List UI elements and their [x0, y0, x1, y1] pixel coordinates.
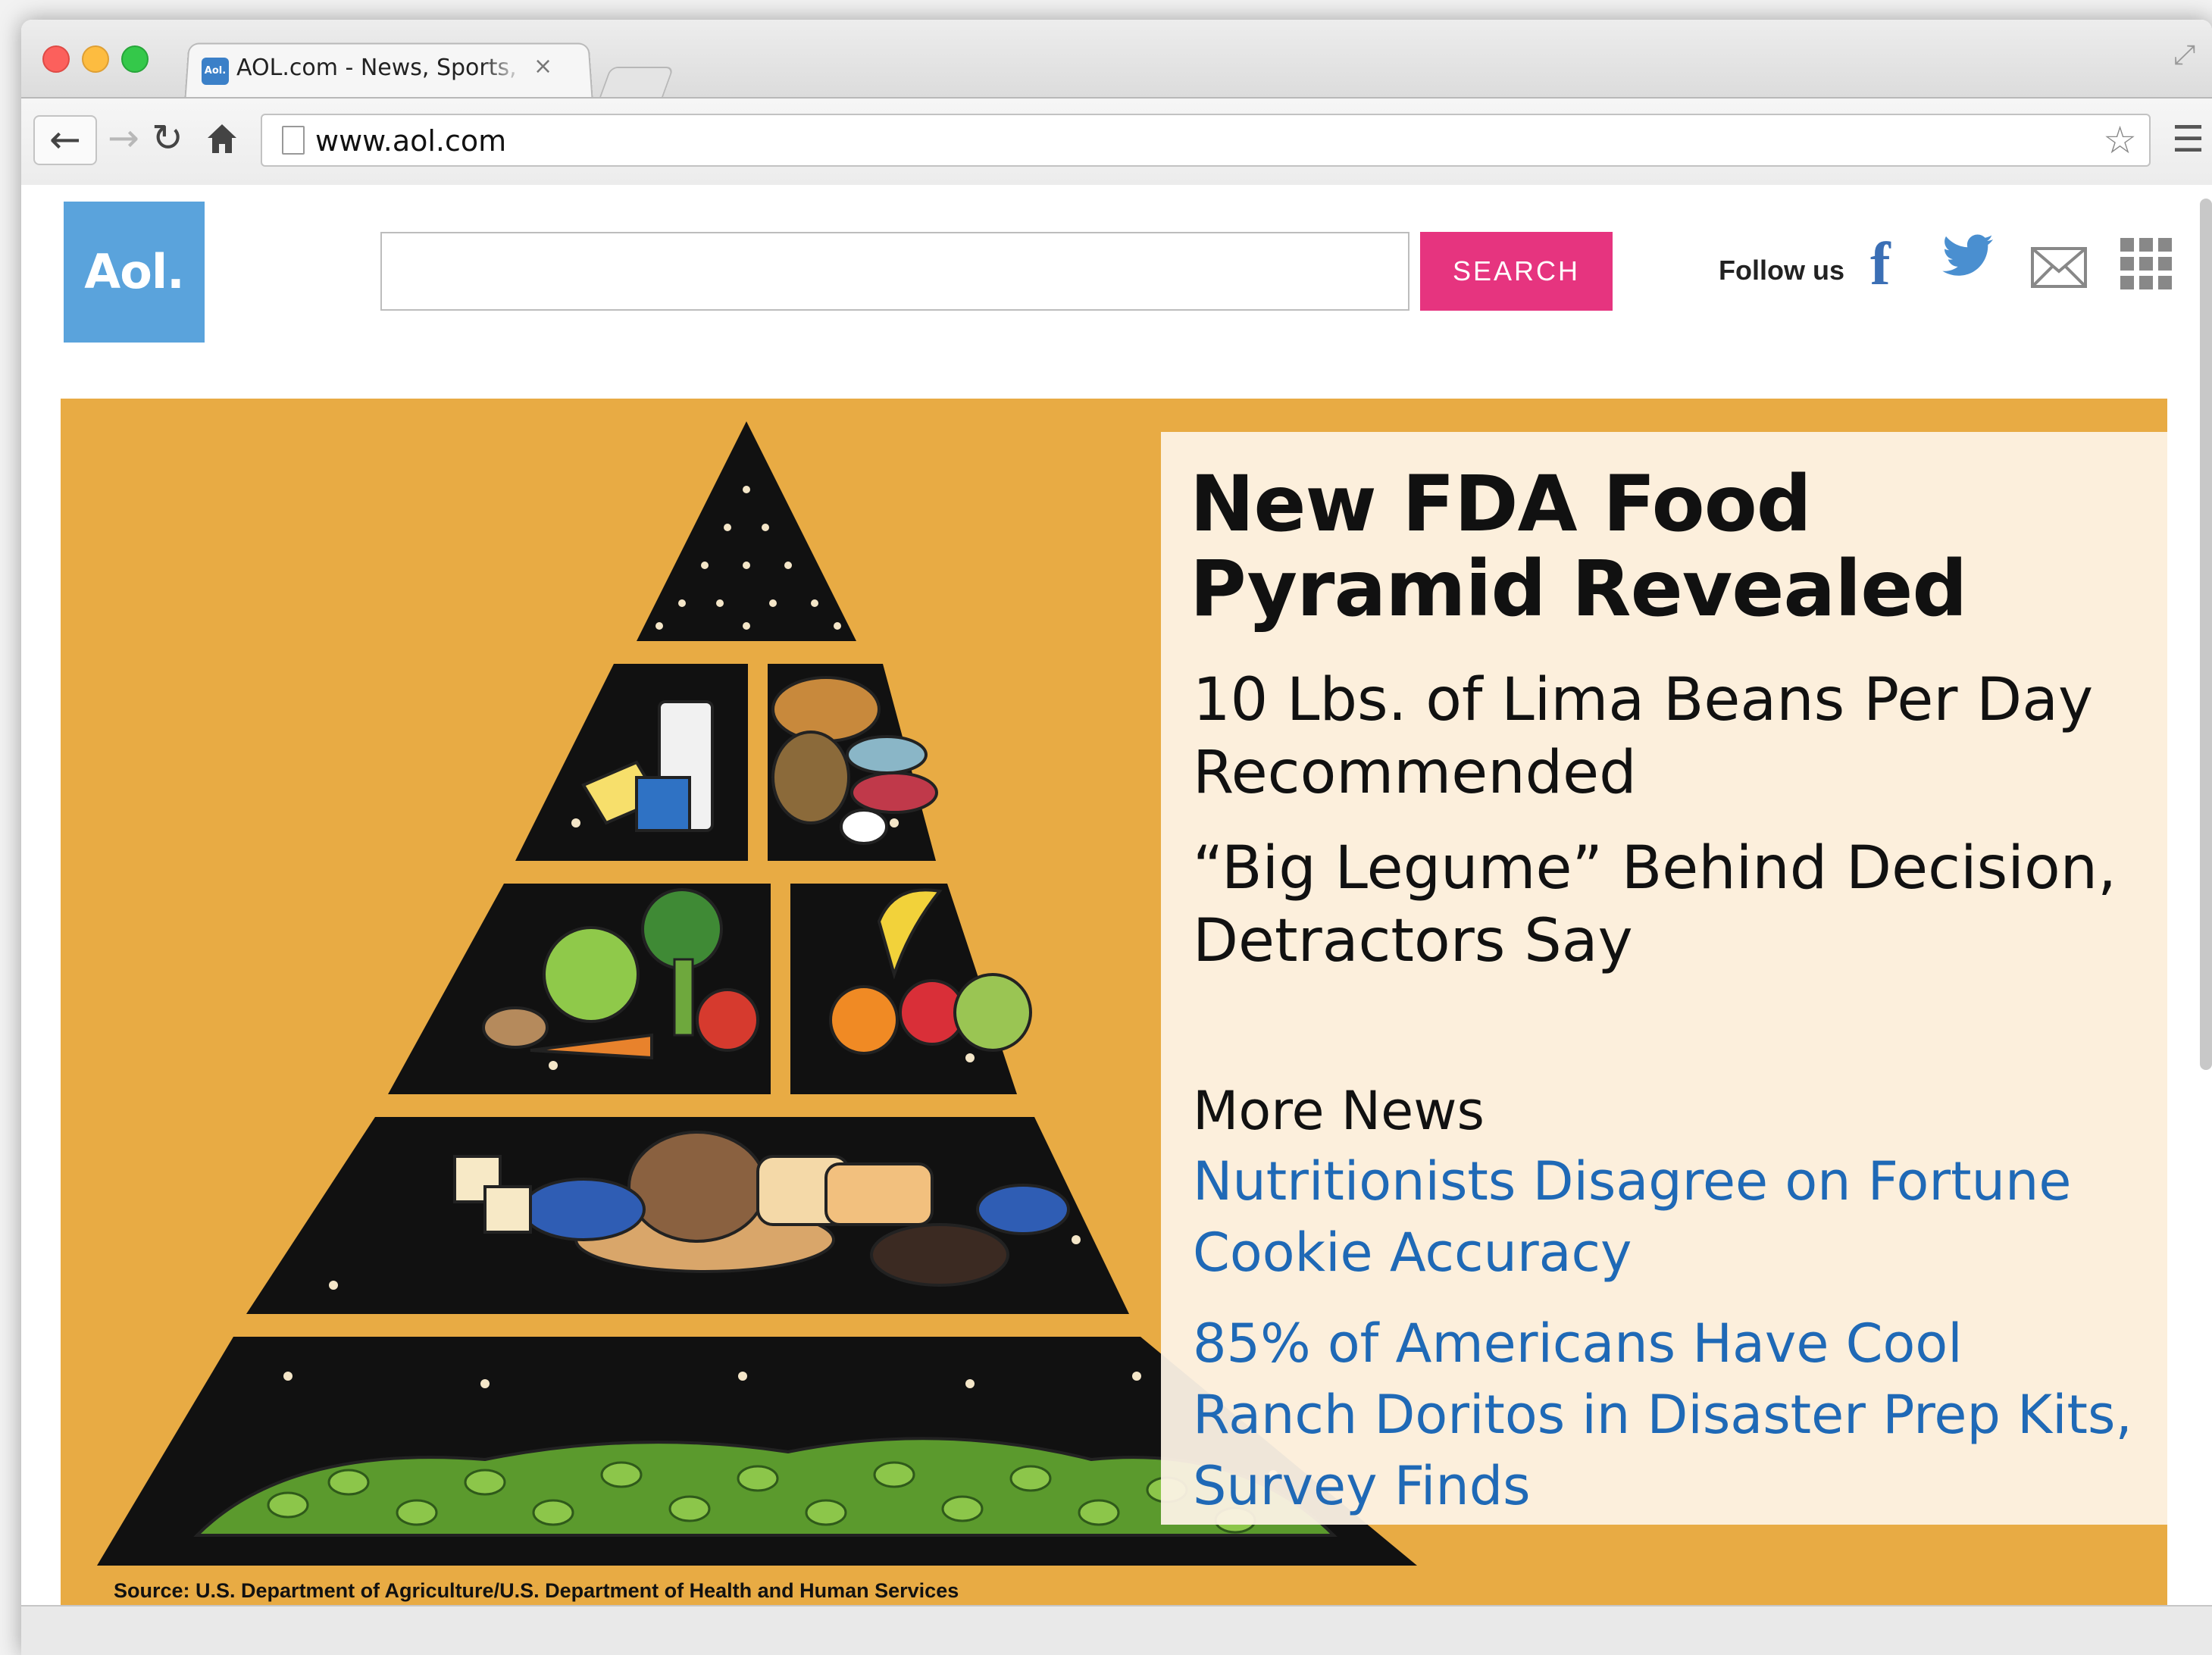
news-link-fortune-cookie[interactable]: Nutritionists Disagree on Fortune Cookie…: [1193, 1146, 2137, 1288]
more-news-label: More News: [1193, 1080, 1485, 1142]
headline[interactable]: New FDA Food Pyramid Revealed: [1190, 462, 2137, 632]
zoom-window-button[interactable]: [121, 45, 149, 73]
close-window-button[interactable]: [42, 45, 70, 73]
url-text[interactable]: www.aol.com: [315, 124, 506, 158]
search-input[interactable]: [380, 232, 1409, 311]
apps-grid-icon[interactable]: [2120, 238, 2172, 289]
bookmark-star-icon[interactable]: ☆: [2103, 118, 2137, 162]
back-button[interactable]: ←: [33, 115, 97, 165]
news-link-doritos[interactable]: 85% of Americans Have Cool Ranch Doritos…: [1193, 1308, 2137, 1522]
forward-button[interactable]: →: [108, 115, 139, 161]
status-bar: [21, 1605, 2212, 1655]
reload-button[interactable]: ↻: [152, 115, 183, 161]
hero-banner[interactable]: Source: U.S. Department of Agriculture/U…: [61, 399, 2167, 1617]
home-icon: [208, 124, 236, 153]
twitter-icon[interactable]: [1941, 233, 1995, 282]
search-button[interactable]: SEARCH: [1420, 232, 1613, 311]
fullscreen-icon[interactable]: ⤢: [2173, 39, 2195, 71]
browser-toolbar: ← → ↻ www.aol.com ☆ ☰: [21, 97, 2212, 186]
aol-page: Aol. SEARCH Follow us f Source: U.S. Dep…: [21, 185, 2212, 1617]
tab-title[interactable]: AOL.com - News, Sports, Weather: [236, 55, 524, 86]
minimize-window-button[interactable]: [82, 45, 109, 73]
subhead-1[interactable]: 10 Lbs. of Lima Beans Per Day Recommende…: [1193, 664, 2137, 809]
browser-menu-icon[interactable]: ☰: [2172, 118, 2204, 161]
aol-favicon-icon: Aol.: [202, 58, 229, 85]
home-button[interactable]: [206, 115, 238, 171]
aol-logo[interactable]: Aol.: [64, 202, 205, 343]
mail-icon[interactable]: [2031, 247, 2087, 291]
facebook-icon[interactable]: f: [1870, 230, 1891, 299]
new-tab-button[interactable]: [599, 67, 674, 99]
browser-window: Aol. AOL.com - News, Sports, Weather × ⤢…: [21, 20, 2212, 1655]
page-icon: [282, 126, 305, 155]
scrollbar-thumb[interactable]: [2200, 199, 2212, 1070]
news-panel: New FDA Food Pyramid Revealed 10 Lbs. of…: [1161, 432, 2167, 1525]
tab-strip: Aol. AOL.com - News, Sports, Weather × ⤢: [21, 20, 2212, 101]
tab-close-icon[interactable]: ×: [533, 53, 552, 80]
address-bar[interactable]: www.aol.com ☆: [261, 114, 2151, 167]
subhead-2[interactable]: “Big Legume” Behind Decision, Detractors…: [1193, 832, 2137, 978]
follow-us-label: Follow us: [1719, 255, 1844, 286]
source-caption: Source: U.S. Department of Agriculture/U…: [114, 1579, 959, 1602]
